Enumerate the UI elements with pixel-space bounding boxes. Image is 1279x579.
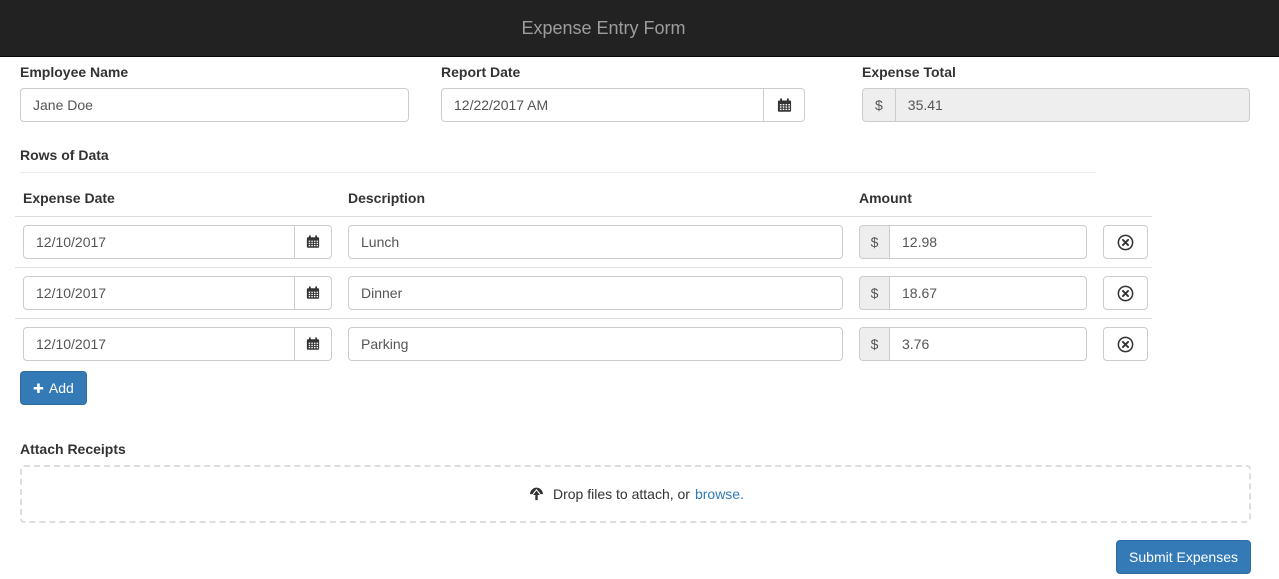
remove-circle-icon [1116,284,1135,303]
report-date-label: Report Date [441,64,805,80]
app-header: Expense Entry Form [0,0,1279,57]
expense-date-input-group [23,225,332,259]
remove-row-button[interactable] [1103,225,1148,259]
attach-receipts-label: Attach Receipts [20,441,1251,457]
currency-addon: $ [859,276,889,310]
amount-input-group: $ [859,327,1087,361]
submit-row: Submit Expenses [20,540,1251,574]
expense-date-input-group [23,276,332,310]
expense-date-input[interactable] [23,276,295,310]
amount-column-header: Amount [851,173,1095,217]
remove-circle-icon [1116,335,1135,354]
expense-total-label: Expense Total [862,64,1250,80]
expense-date-calendar-button[interactable] [294,327,332,361]
amount-input-group: $ [859,276,1087,310]
amount-input-group: $ [859,225,1087,259]
add-button-label: Add [49,380,74,396]
currency-addon: $ [859,225,889,259]
calendar-icon [306,235,320,249]
calendar-icon [777,98,792,113]
expense-date-input[interactable] [23,225,295,259]
expense-date-calendar-button[interactable] [294,225,332,259]
expense-row: $ [15,268,1152,319]
add-row-button[interactable]: ✚ Add [20,371,87,405]
actions-column-header [1095,173,1152,217]
expense-row: $ [15,217,1152,268]
amount-input[interactable] [889,276,1087,310]
plus-icon: ✚ [33,382,44,395]
expense-total-field: Expense Total $ [862,64,1250,122]
employee-name-field: Employee Name [20,64,409,122]
browse-link[interactable]: browse. [695,486,744,502]
expense-total-input-group: $ [862,88,1250,122]
currency-addon: $ [859,327,889,361]
rows-of-data-heading: Rows of Data [20,147,1096,173]
table-header-row: Expense Date Description Amount [15,173,1152,217]
report-date-calendar-button[interactable] [763,88,805,122]
calendar-icon [306,286,320,300]
report-date-field: Report Date [441,64,805,122]
currency-addon: $ [862,88,895,122]
expense-rows-table: Expense Date Description Amount [15,173,1152,369]
dropzone-text: Drop files to attach, or [553,486,690,502]
receipts-dropzone[interactable]: Drop files to attach, or browse. [20,465,1251,523]
employee-name-label: Employee Name [20,64,409,80]
employee-name-input[interactable] [20,88,409,122]
top-fields-row: Employee Name Report Date [20,64,1251,122]
expense-date-input-group [23,327,332,361]
page-title: Expense Entry Form [521,18,685,39]
amount-input[interactable] [889,327,1087,361]
description-input[interactable] [348,225,843,259]
upload-icon [527,485,546,501]
expense-row: $ [15,319,1152,370]
expense-total-input [895,88,1250,122]
description-input[interactable] [348,327,843,361]
remove-row-button[interactable] [1103,327,1148,361]
expense-date-input[interactable] [23,327,295,361]
report-date-input[interactable] [441,88,764,122]
description-input[interactable] [348,276,843,310]
calendar-icon [306,337,320,351]
expense-date-column-header: Expense Date [15,173,340,217]
report-date-input-group [441,88,805,122]
remove-row-button[interactable] [1103,276,1148,310]
expense-date-calendar-button[interactable] [294,276,332,310]
remove-circle-icon [1116,233,1135,252]
amount-input[interactable] [889,225,1087,259]
attach-receipts-section: Attach Receipts Drop files to attach, or… [20,441,1251,523]
submit-expenses-button[interactable]: Submit Expenses [1116,540,1251,574]
expense-form: Employee Name Report Date [0,57,1279,574]
description-column-header: Description [340,173,851,217]
